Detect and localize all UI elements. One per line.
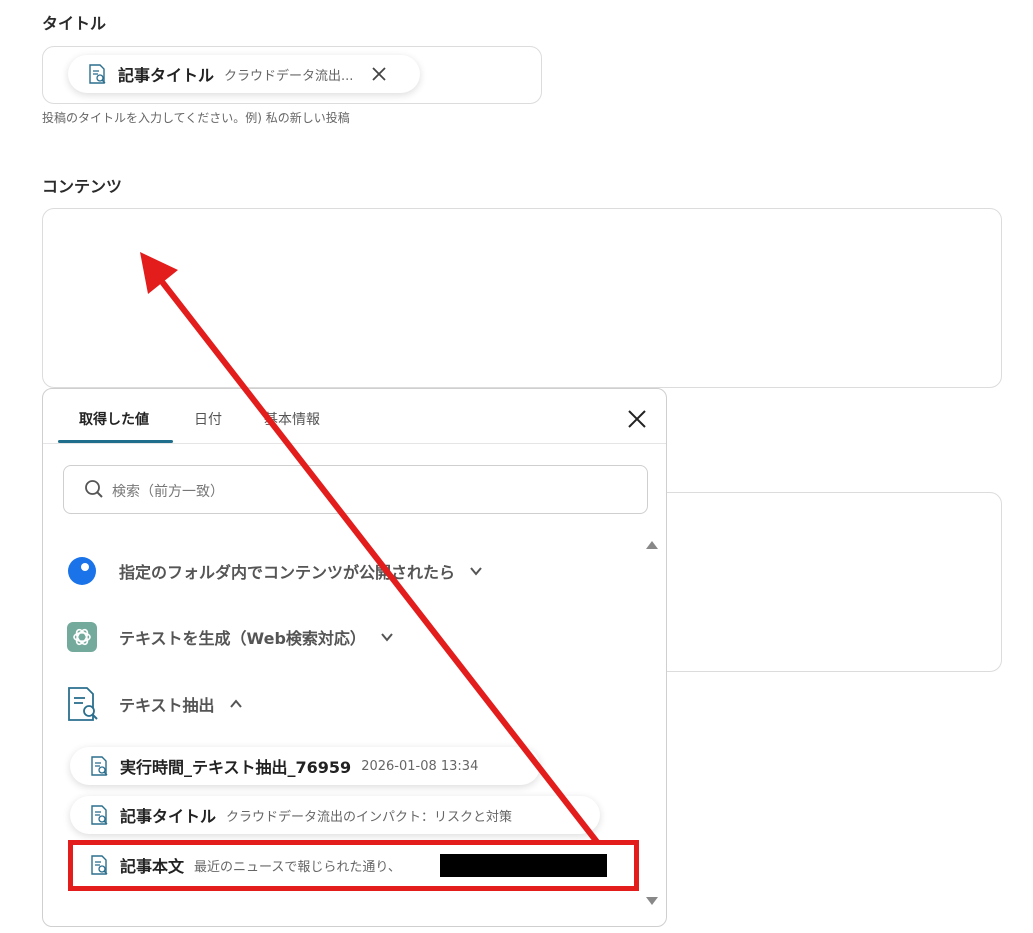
list-item[interactable]: 実行時間_テキスト抽出_76959 2026-01-08 13:34 — [70, 747, 540, 785]
title-hint: 投稿のタイトルを入力してください。例) 私の新しい投稿 — [42, 111, 350, 125]
section-generate-text[interactable]: テキストを生成（Web検索対応） — [67, 622, 394, 652]
section-label: 指定のフォルダ内でコンテンツが公開されたら — [119, 563, 456, 582]
scroll-down-arrow[interactable] — [646, 897, 658, 905]
chevron-down-icon — [470, 567, 482, 576]
section-label: テキスト抽出 — [119, 696, 215, 715]
title-chip[interactable]: 記事タイトル クラウドデータ流出... — [68, 55, 420, 93]
search-input[interactable]: 検索（前方一致） — [63, 465, 648, 514]
item-value: 2026-01-08 13:34 — [361, 758, 479, 774]
document-search-icon — [89, 64, 106, 84]
title-chip-value: クラウドデータ流出... — [224, 68, 354, 84]
list-item[interactable]: 記事タイトル クラウドデータ流出のインパクト：リスクと対策 — [70, 796, 600, 834]
search-placeholder: 検索（前方一致） — [112, 484, 224, 500]
search-icon — [85, 480, 103, 498]
close-icon[interactable] — [371, 66, 387, 82]
item-name: 記事タイトル — [120, 807, 217, 826]
tab-divider — [43, 443, 666, 444]
section-folder-trigger[interactable]: 指定のフォルダ内でコンテンツが公開されたら — [67, 556, 483, 586]
close-icon[interactable] — [627, 409, 647, 429]
chevron-up-icon — [229, 699, 242, 708]
blue-circle-app-icon — [68, 557, 96, 585]
document-search-icon — [91, 805, 108, 825]
openai-icon — [67, 622, 97, 652]
section-text-extraction[interactable]: テキスト抽出 — [65, 686, 243, 722]
document-search-icon — [91, 756, 108, 776]
tab-acquired-values[interactable]: 取得した値 — [79, 409, 149, 429]
item-value: クラウドデータ流出のインパクト：リスクと対策 — [226, 809, 513, 825]
document-search-icon — [68, 687, 98, 721]
tab-basic-info[interactable]: 基本情報 — [264, 409, 320, 429]
scroll-up-arrow[interactable] — [646, 541, 658, 549]
content-input[interactable] — [42, 208, 1002, 388]
section-label: テキストを生成（Web検索対応） — [119, 629, 366, 648]
item-name: 実行時間_テキスト抽出_76959 — [120, 758, 352, 777]
highlight-box — [68, 840, 639, 891]
chevron-down-icon — [381, 633, 393, 642]
title-label: タイトル — [42, 14, 107, 33]
title-chip-name: 記事タイトル — [118, 66, 215, 85]
tab-date[interactable]: 日付 — [194, 409, 222, 429]
content-label: コンテンツ — [42, 177, 123, 196]
